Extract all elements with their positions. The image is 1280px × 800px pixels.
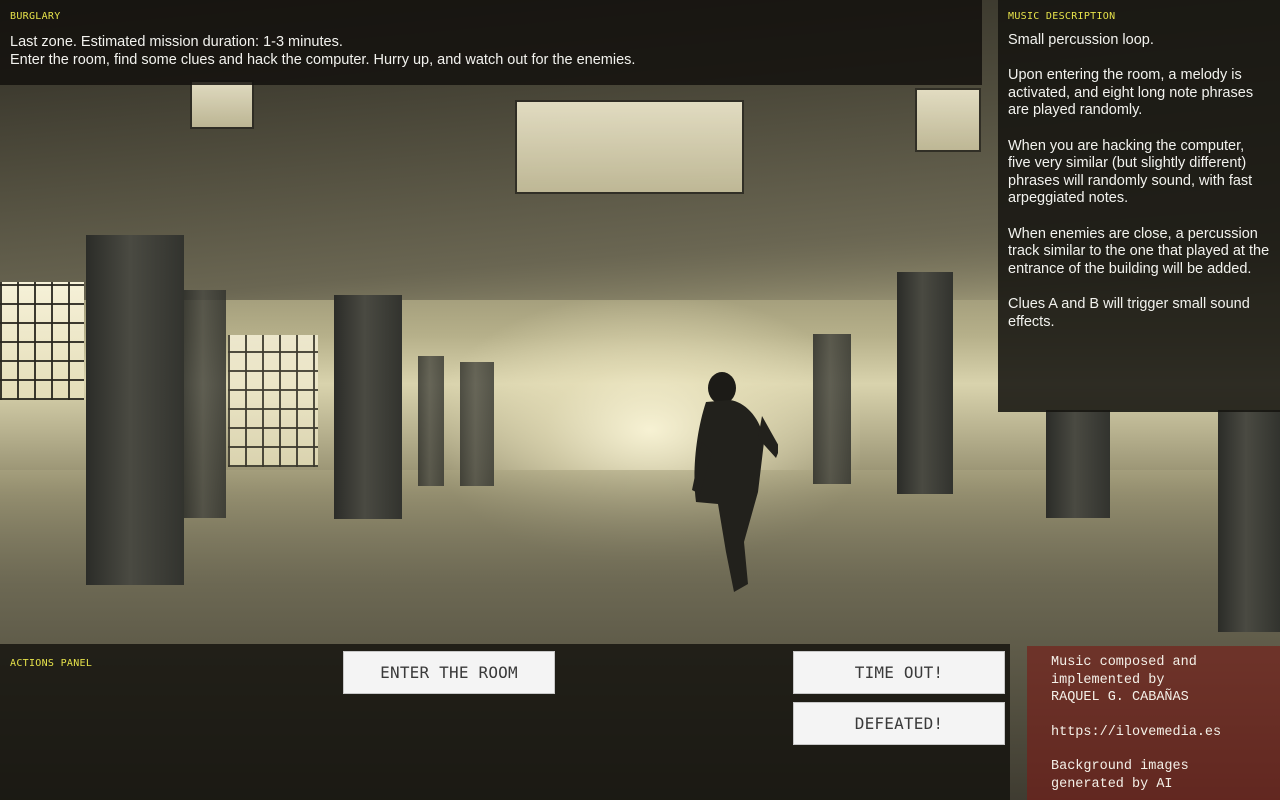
- pillar: [813, 334, 851, 484]
- credits-line: generated by AI: [1051, 776, 1173, 792]
- enter-room-button[interactable]: ENTER THE ROOM: [343, 651, 555, 694]
- mission-title: BURGLARY: [10, 11, 61, 22]
- composer-name: RAQUEL G. CABAÑAS: [1051, 690, 1189, 706]
- skylight: [515, 100, 744, 194]
- pillar: [1046, 410, 1110, 518]
- music-description-text: Small percussion loop. Upon entering the…: [1008, 32, 1270, 331]
- mission-line: Enter the room, find some clues and hack…: [10, 52, 636, 68]
- credits-panel: Music composed and implemented by RAQUEL…: [1027, 646, 1280, 800]
- pillar: [418, 356, 444, 486]
- music-paragraph: Clues A and B will trigger small sound e…: [1008, 295, 1250, 330]
- window: [0, 282, 84, 400]
- time-out-button[interactable]: TIME OUT!: [793, 651, 1005, 694]
- pillar: [184, 290, 226, 518]
- skylight: [190, 80, 254, 129]
- credits-line: implemented by: [1051, 672, 1165, 688]
- actions-panel: ACTIONS PANEL ENTER THE ROOM TIME OUT! D…: [0, 644, 1010, 800]
- defeated-button[interactable]: DEFEATED!: [793, 702, 1005, 745]
- music-paragraph: When you are hacking the computer, five …: [1008, 137, 1253, 207]
- music-description-title: MUSIC DESCRIPTION: [1008, 11, 1116, 22]
- mission-panel: BURGLARY Last zone. Estimated mission du…: [0, 0, 982, 85]
- pillar: [897, 272, 953, 494]
- credits-line: Background images: [1051, 759, 1189, 775]
- running-figure: [692, 372, 778, 592]
- pillar: [86, 235, 184, 585]
- skylight: [915, 88, 981, 152]
- pillar: [1218, 410, 1280, 632]
- pillar: [460, 362, 494, 486]
- pillar: [334, 295, 402, 519]
- mission-text: Last zone. Estimated mission duration: 1…: [10, 33, 972, 69]
- music-paragraph: Upon entering the room, a melody is acti…: [1008, 67, 1254, 119]
- website-link[interactable]: https://ilovemedia.es: [1051, 725, 1221, 740]
- music-paragraph: Small percussion loop.: [1008, 32, 1154, 48]
- window: [228, 335, 318, 467]
- music-paragraph: When enemies are close, a percussion tra…: [1008, 225, 1270, 277]
- mission-line: Last zone. Estimated mission duration: 1…: [10, 34, 343, 50]
- credits-line: Music composed and: [1051, 655, 1197, 670]
- music-description-panel: MUSIC DESCRIPTION Small percussion loop.…: [998, 0, 1280, 412]
